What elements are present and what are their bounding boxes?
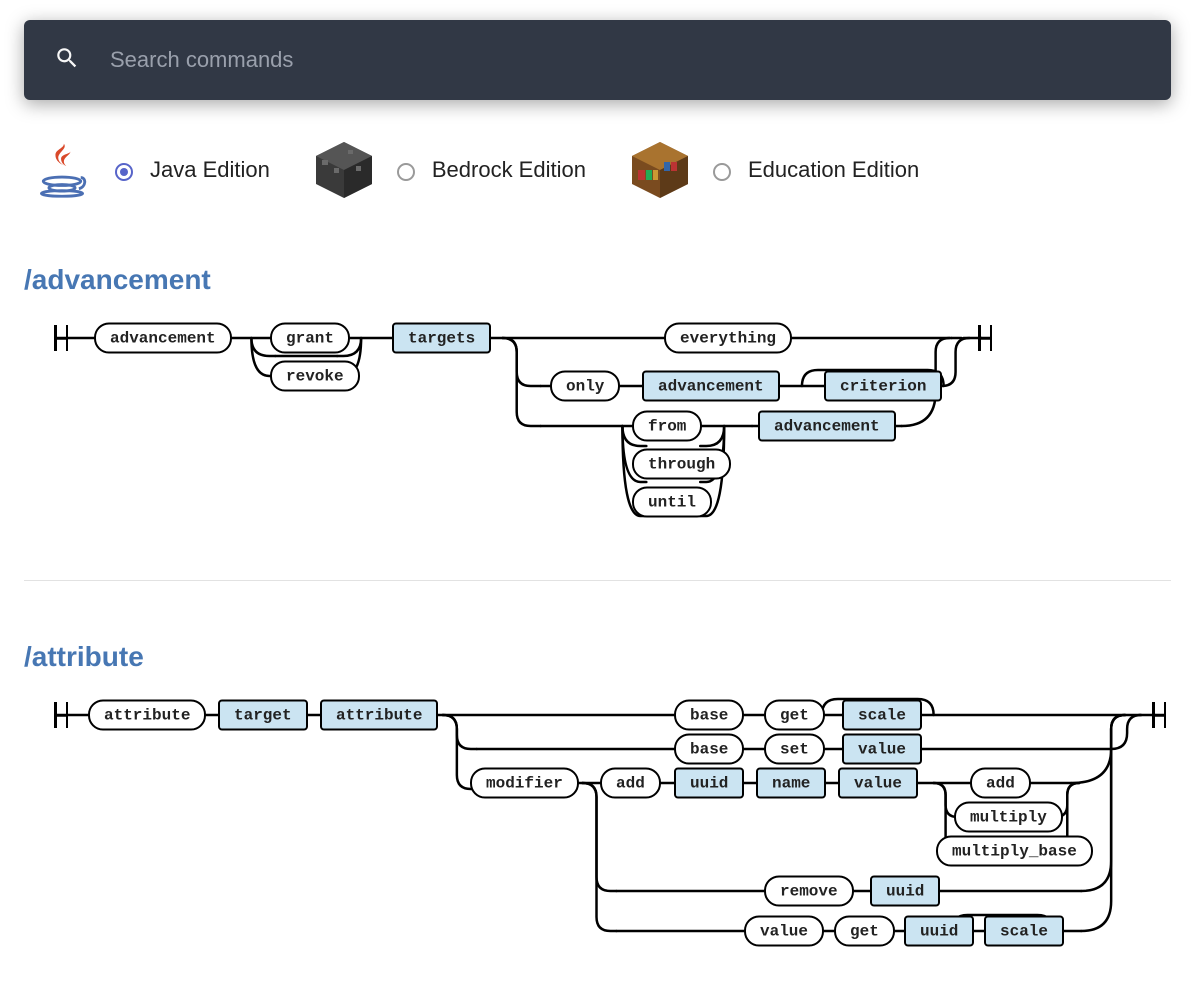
rail-end [978, 325, 992, 351]
node-advancement: advancement [94, 323, 232, 354]
node-modifier: modifier [470, 768, 579, 799]
rail-start [54, 702, 68, 728]
command-advancement: /advancement [24, 264, 1171, 526]
node-multiply-base: multiply_base [936, 836, 1093, 867]
node-get: get [834, 916, 895, 947]
edition-label: Bedrock Edition [432, 157, 586, 183]
command-attribute: /attribute [24, 641, 1171, 963]
node-uuid: uuid [870, 876, 940, 907]
node-target: target [218, 700, 308, 731]
node-remove: remove [764, 876, 854, 907]
node-until: until [632, 487, 712, 518]
command-title[interactable]: /attribute [24, 641, 1171, 673]
node-attr-arg: attribute [320, 700, 438, 731]
radio-bedrock[interactable] [397, 163, 415, 181]
node-adv-arg: advancement [642, 371, 780, 402]
node-revoke: revoke [270, 361, 360, 392]
rail-start [54, 325, 68, 351]
node-multiply: multiply [954, 802, 1063, 833]
edition-selector: Java Edition Bedrock Edition [24, 136, 1171, 204]
node-base: base [674, 734, 744, 765]
search-icon [54, 45, 80, 76]
education-icon [626, 136, 694, 204]
syntax-diagram: attribute target attribute base get scal… [24, 693, 1171, 963]
search-input[interactable] [108, 46, 1141, 74]
node-add: add [600, 768, 661, 799]
node-scale: scale [984, 916, 1064, 947]
edition-label: Java Edition [150, 157, 270, 183]
rail-end [1152, 702, 1166, 728]
node-adv-arg2: advancement [758, 411, 896, 442]
divider [24, 580, 1171, 581]
node-only: only [550, 371, 620, 402]
node-targets: targets [392, 323, 491, 354]
node-value-kw: value [744, 916, 824, 947]
node-set: set [764, 734, 825, 765]
radio-java[interactable] [115, 163, 133, 181]
java-icon [28, 136, 96, 204]
syntax-diagram: advancement grant revoke targets everyth… [24, 316, 1171, 526]
node-uuid: uuid [674, 768, 744, 799]
node-uuid: uuid [904, 916, 974, 947]
node-grant: grant [270, 323, 350, 354]
node-name: name [756, 768, 826, 799]
node-get: get [764, 700, 825, 731]
node-value: value [838, 768, 918, 799]
radio-education[interactable] [713, 163, 731, 181]
command-title[interactable]: /advancement [24, 264, 1171, 296]
node-through: through [632, 449, 731, 480]
edition-label: Education Edition [748, 157, 919, 183]
node-criterion: criterion [824, 371, 942, 402]
bedrock-icon [310, 136, 378, 204]
node-everything: everything [664, 323, 792, 354]
search-bar[interactable] [24, 20, 1171, 100]
edition-education[interactable]: Education Edition [626, 136, 919, 204]
node-scale: scale [842, 700, 922, 731]
node-from: from [632, 411, 702, 442]
node-value: value [842, 734, 922, 765]
node-attribute: attribute [88, 700, 206, 731]
node-add-op: add [970, 768, 1031, 799]
node-base: base [674, 700, 744, 731]
edition-java[interactable]: Java Edition [28, 136, 270, 204]
edition-bedrock[interactable]: Bedrock Edition [310, 136, 586, 204]
